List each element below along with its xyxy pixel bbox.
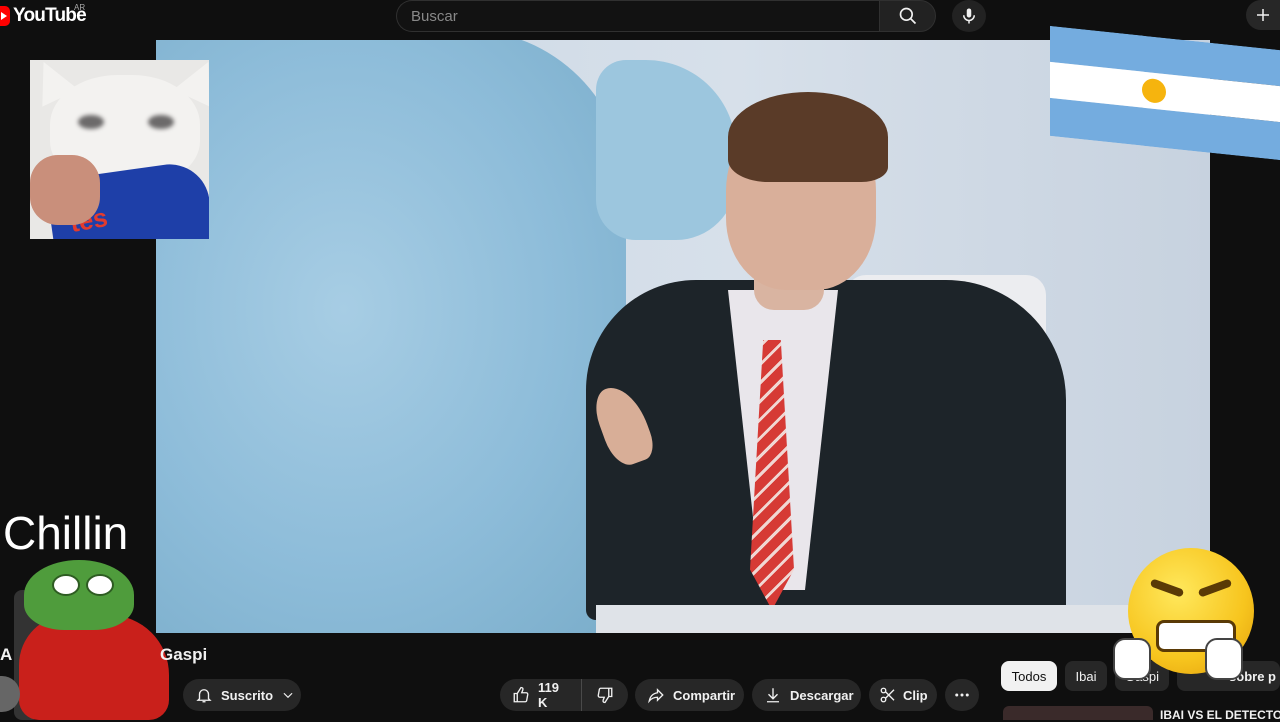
video-desk xyxy=(596,605,1210,633)
download-button[interactable]: Descargar xyxy=(752,679,861,711)
youtube-logo[interactable]: YouTube AR xyxy=(0,3,87,28)
subscribed-button[interactable]: Suscrito xyxy=(183,679,301,711)
like-button[interactable]: 119 K xyxy=(500,679,582,711)
video-person-blue-gown xyxy=(156,40,626,633)
chip-todos[interactable]: Todos xyxy=(1001,661,1057,691)
dislike-button[interactable] xyxy=(582,679,628,711)
clip-button[interactable]: Clip xyxy=(869,679,937,711)
download-label: Descargar xyxy=(790,687,854,703)
share-label: Compartir xyxy=(673,687,736,703)
angry-grin-emoji-overlay xyxy=(1113,548,1255,680)
search-input[interactable] xyxy=(397,1,865,31)
voice-search-button[interactable] xyxy=(952,0,986,32)
scissors-icon xyxy=(880,687,895,703)
emoji-glove-hand xyxy=(1113,638,1151,680)
pepe-eye xyxy=(52,574,80,596)
video-title-end: Gaspi xyxy=(160,645,208,664)
emoji-brow xyxy=(1197,578,1233,598)
bell-icon xyxy=(196,689,212,703)
pepe-eye xyxy=(86,574,114,596)
video-arm xyxy=(596,60,736,240)
chevron-down-icon xyxy=(283,692,293,699)
like-count: 119 K xyxy=(538,680,559,710)
thumbs-up-icon xyxy=(513,686,529,703)
pepe-head xyxy=(24,560,134,630)
youtube-play-icon xyxy=(0,6,10,26)
sun-of-may-icon xyxy=(1142,77,1166,105)
share-button[interactable]: Compartir xyxy=(635,679,744,711)
pepe-blanket xyxy=(19,615,169,720)
share-arrow-icon xyxy=(648,688,664,704)
download-icon xyxy=(767,688,779,703)
create-button[interactable] xyxy=(1246,0,1280,30)
microphone-icon xyxy=(963,8,975,24)
more-actions-button[interactable] xyxy=(945,679,979,711)
plus-icon xyxy=(1257,9,1269,21)
cat-eating-chips-overlay: tes xyxy=(30,60,209,239)
more-horizontal-icon xyxy=(955,693,969,697)
emoji-brow xyxy=(1149,578,1185,598)
search-icon xyxy=(899,7,916,25)
video-hair xyxy=(728,92,888,182)
emoji-glove-hand xyxy=(1205,638,1243,680)
cat-eye xyxy=(148,115,174,129)
pepe-frog-overlay xyxy=(14,560,174,720)
chip-ibai[interactable]: Ibai xyxy=(1065,661,1107,691)
video-title-start: A xyxy=(0,645,13,664)
like-dislike-group: 119 K xyxy=(500,679,628,711)
clip-label: Clip xyxy=(903,687,928,703)
search-box xyxy=(396,0,879,32)
hand xyxy=(30,155,100,225)
country-code: AR xyxy=(74,3,86,12)
thumbs-down-icon xyxy=(597,687,613,704)
recommendation-thumbnail[interactable] xyxy=(1003,706,1153,720)
subscribed-label: Suscrito xyxy=(221,687,274,703)
search-button[interactable] xyxy=(879,0,936,32)
cat-eye xyxy=(78,115,104,129)
chillin-overlay-text: Chillin xyxy=(3,507,129,559)
